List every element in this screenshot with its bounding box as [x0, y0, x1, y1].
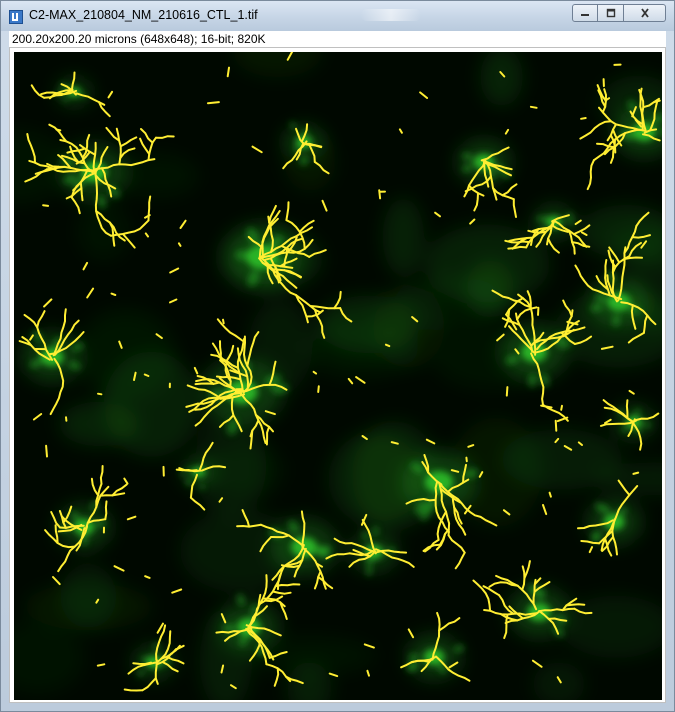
skeleton-fragment	[529, 105, 538, 109]
haze-patch	[303, 318, 419, 378]
skeleton-fragment	[222, 318, 225, 325]
skeleton-fragment	[384, 343, 391, 348]
skeleton-fragment	[45, 444, 48, 458]
skeleton-fragment	[317, 385, 320, 393]
minimize-button[interactable]	[572, 4, 598, 22]
minimize-icon	[581, 14, 589, 16]
image-window: C2-MAX_210804_NM_210616_CTL_1.tif 200.20…	[0, 0, 675, 712]
close-button[interactable]	[624, 4, 666, 22]
image-info-text: 200.20x200.20 microns (648x648); 16-bit;…	[12, 32, 266, 46]
skeleton-fragment	[632, 471, 640, 475]
skeleton-fragment	[177, 242, 182, 247]
image-canvas[interactable]	[14, 52, 662, 700]
skeleton-fragment	[206, 101, 220, 105]
skeleton-fragment	[55, 128, 62, 132]
maximize-button[interactable]	[598, 4, 624, 22]
haze-patch	[103, 351, 200, 458]
imagej-icon	[9, 10, 23, 24]
image-info-bar: 200.20x200.20 microns (648x648); 16-bit;…	[9, 31, 666, 47]
cell-process	[408, 653, 420, 661]
skeleton-branch	[104, 500, 108, 521]
skeleton-branch	[123, 688, 144, 692]
skeleton-fragment	[580, 117, 587, 120]
skeleton-fragment	[110, 292, 117, 296]
title-bar[interactable]: C2-MAX_210804_NM_210616_CTL_1.tif	[1, 1, 674, 31]
skeleton-branch	[625, 399, 629, 420]
skeleton-fragment	[226, 66, 230, 78]
window-title: C2-MAX_210804_NM_210616_CTL_1.tif	[29, 8, 258, 22]
skeleton-fragment	[143, 373, 150, 377]
skeleton-fragment	[97, 392, 103, 396]
maximize-icon	[606, 8, 615, 18]
close-icon	[640, 8, 649, 18]
haze-patch	[394, 274, 506, 332]
skeleton-fragment	[42, 204, 50, 207]
haze-patch	[117, 154, 199, 198]
image-frame	[9, 47, 666, 703]
haze-patch	[382, 197, 425, 277]
microscopy-image	[14, 52, 662, 700]
skeleton-fragment	[554, 419, 558, 432]
title-highlight	[361, 9, 421, 21]
window-controls	[572, 4, 666, 22]
haze-patch	[209, 443, 285, 498]
skeleton-fragment	[505, 386, 509, 397]
haze-patch	[60, 564, 117, 629]
skeleton-fragment	[560, 404, 563, 411]
skeleton-fragment	[548, 491, 552, 498]
skeleton-fragment	[96, 663, 106, 667]
